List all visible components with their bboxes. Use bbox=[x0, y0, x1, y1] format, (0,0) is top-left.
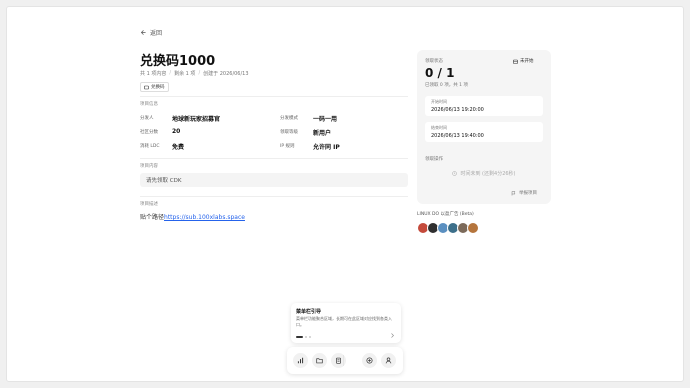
dock-divider bbox=[343, 355, 344, 366]
flag-icon bbox=[511, 190, 516, 196]
ads-avatar-list bbox=[417, 222, 479, 234]
bottom-menu-bar bbox=[287, 347, 403, 374]
description-prefix: 贴个路径 bbox=[140, 214, 165, 221]
tag-label: 兑换码 bbox=[151, 85, 165, 90]
chart-button[interactable] bbox=[293, 353, 308, 368]
step-dot bbox=[296, 336, 303, 338]
meta-row: 共 1 项内容 / 剩余 1 项 / 创建于 2026/06/13 bbox=[140, 70, 249, 77]
ip-rule-value: 允许同 IP bbox=[313, 144, 340, 151]
ip-rule-label: IP 规则 bbox=[280, 144, 295, 149]
divider bbox=[140, 158, 408, 159]
mode-label: 分发模式 bbox=[280, 116, 298, 121]
report-link[interactable]: 举报项目 bbox=[511, 190, 537, 196]
start-time-label: 开始时间 bbox=[431, 99, 447, 104]
end-time-label: 结束时间 bbox=[431, 125, 447, 130]
meta-separator: / bbox=[198, 70, 201, 76]
chevron-right-icon[interactable] bbox=[390, 333, 395, 338]
calendar-icon bbox=[513, 59, 518, 64]
cdk-box: 请先领取 CDK bbox=[140, 173, 408, 187]
back-label: 返回 bbox=[150, 30, 163, 37]
threshold-label: 领取等级 bbox=[280, 130, 298, 135]
folder-icon bbox=[316, 357, 323, 364]
avatar[interactable] bbox=[467, 222, 479, 234]
guide-step-indicator bbox=[296, 336, 311, 338]
start-time-value: 2026/06/13 19:20:00 bbox=[431, 107, 484, 113]
ads-label: LINUX DO 以盈广告 (Beta) bbox=[417, 212, 474, 217]
description-link[interactable]: https://sub.100xlabs.space bbox=[164, 214, 245, 221]
add-button[interactable] bbox=[362, 353, 377, 368]
meta-remaining: 剩余 1 项 bbox=[174, 71, 196, 77]
divider bbox=[140, 96, 408, 97]
clipboard-icon bbox=[335, 357, 342, 364]
back-link[interactable]: 返回 bbox=[140, 28, 162, 37]
info-section-label: 项目信息 bbox=[140, 102, 158, 107]
status-badge-label: 未开始 bbox=[520, 59, 534, 64]
start-time-box: 开始时间 2026/06/13 19:20:00 bbox=[425, 96, 543, 116]
action-label: 领取操作 bbox=[425, 157, 443, 162]
tag-icon bbox=[144, 85, 149, 90]
distributor-value: 地球新玩家招募官 bbox=[172, 116, 221, 123]
social-score-value: 20 bbox=[172, 128, 181, 135]
clock-icon bbox=[452, 170, 458, 176]
folder-button[interactable] bbox=[312, 353, 327, 368]
cost-value: 免费 bbox=[172, 144, 185, 151]
cdk-placeholder: 请先领取 CDK bbox=[146, 178, 182, 184]
step-dot bbox=[309, 336, 311, 338]
mode-value: 一码一用 bbox=[313, 116, 338, 123]
divider bbox=[140, 196, 408, 197]
description-section-label: 项目描述 bbox=[140, 202, 158, 207]
social-score-label: 社区分数 bbox=[140, 130, 158, 135]
guide-title: 菜单栏引导 bbox=[296, 309, 322, 315]
report-label: 举报项目 bbox=[519, 191, 537, 196]
end-time-box: 结束时间 2026/06/13 19:40:00 bbox=[425, 122, 543, 142]
claim-button[interactable]: 时间未到 (还剩4分26秒) bbox=[425, 164, 543, 182]
claim-button-label: 时间未到 (还剩4分26秒) bbox=[460, 170, 516, 177]
page-title: 兑换码1000 bbox=[140, 54, 216, 69]
status-badge: 未开始 bbox=[513, 58, 534, 64]
arrow-left-icon bbox=[140, 29, 147, 36]
step-dot bbox=[305, 336, 307, 338]
type-tag: 兑换码 bbox=[140, 82, 169, 92]
description-text: 贴个路径https://sub.100xlabs.space bbox=[140, 212, 245, 221]
menu-guide-popover: 菜单栏引导 菜单栏功能聚合区域，长期可在此区域对应找到各类入口。 bbox=[291, 303, 401, 343]
cost-label: 消耗 LDC bbox=[140, 144, 160, 149]
user-icon bbox=[385, 357, 392, 364]
status-card-label: 领取状态 bbox=[425, 59, 443, 64]
meta-separator: / bbox=[169, 70, 172, 76]
guide-description: 菜单栏功能聚合区域，长期可在此区域对应找到各类入口。 bbox=[296, 316, 392, 327]
distributor-label: 分发人 bbox=[140, 116, 154, 121]
content-section-label: 项目内容 bbox=[140, 164, 158, 169]
meta-total: 共 1 项内容 bbox=[140, 71, 167, 77]
threshold-value: 新用户 bbox=[313, 130, 332, 137]
meta-created: 创建于 2026/06/13 bbox=[203, 71, 249, 77]
chart-icon bbox=[297, 357, 304, 364]
user-button[interactable] bbox=[381, 353, 396, 368]
claim-summary: 已领取 0 项，共 1 项 bbox=[425, 83, 468, 88]
plus-circle-icon bbox=[366, 357, 373, 364]
end-time-value: 2026/06/13 19:40:00 bbox=[431, 133, 484, 139]
claim-count: 0 / 1 bbox=[425, 66, 455, 80]
status-card: 领取状态 未开始 0 / 1 已领取 0 项，共 1 项 开始时间 2026/0… bbox=[417, 50, 551, 204]
